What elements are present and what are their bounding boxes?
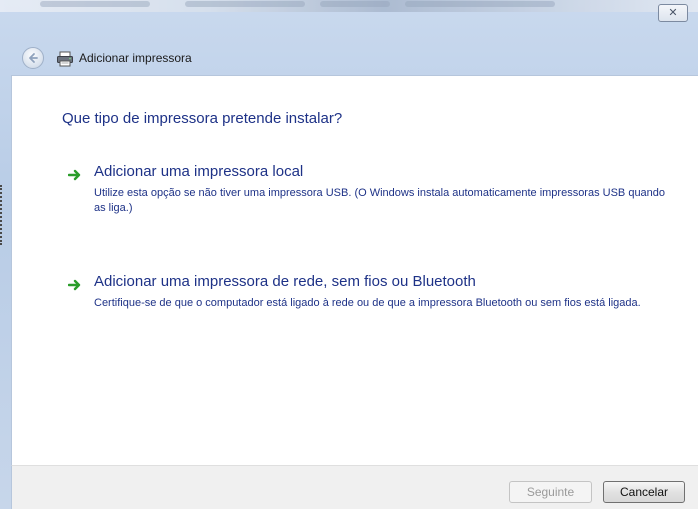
next-button[interactable]: Seguinte xyxy=(509,481,592,503)
blurred-titlebar-text xyxy=(405,1,555,7)
close-icon: ✕ xyxy=(668,7,678,19)
wizard-footer: Seguinte Cancelar xyxy=(11,465,698,509)
option-title: Adicionar uma impressora de rede, sem fi… xyxy=(94,273,476,290)
green-arrow-icon xyxy=(68,279,81,291)
wizard-content: Que tipo de impressora pretende instalar… xyxy=(11,75,698,465)
option-description: Certifique-se de que o computador está l… xyxy=(94,297,641,309)
back-button[interactable] xyxy=(22,47,44,69)
blurred-titlebar-text xyxy=(185,1,305,7)
window-title: Adicionar impressora xyxy=(79,51,192,65)
add-printer-window: ✕ Adicionar impressora Que tipo de impre… xyxy=(0,0,698,509)
printer-icon xyxy=(56,51,74,67)
back-arrow-icon xyxy=(29,53,38,63)
cancel-button[interactable]: Cancelar xyxy=(603,481,685,503)
window-edge-shadow xyxy=(0,185,5,245)
close-button[interactable]: ✕ xyxy=(658,4,688,22)
option-title: Adicionar uma impressora local xyxy=(94,163,304,180)
option-description: Utilize esta opção se não tiver uma impr… xyxy=(94,187,666,214)
blurred-titlebar-text xyxy=(320,1,390,7)
page-title: Que tipo de impressora pretende instalar… xyxy=(62,110,343,127)
green-arrow-icon xyxy=(68,169,81,181)
window-titlebar xyxy=(0,0,698,12)
option-network-printer[interactable]: Adicionar uma impressora de rede, sem fi… xyxy=(62,273,682,323)
option-local-printer[interactable]: Adicionar uma impressora local Utilize e… xyxy=(62,163,682,214)
blurred-titlebar-text xyxy=(40,1,150,7)
